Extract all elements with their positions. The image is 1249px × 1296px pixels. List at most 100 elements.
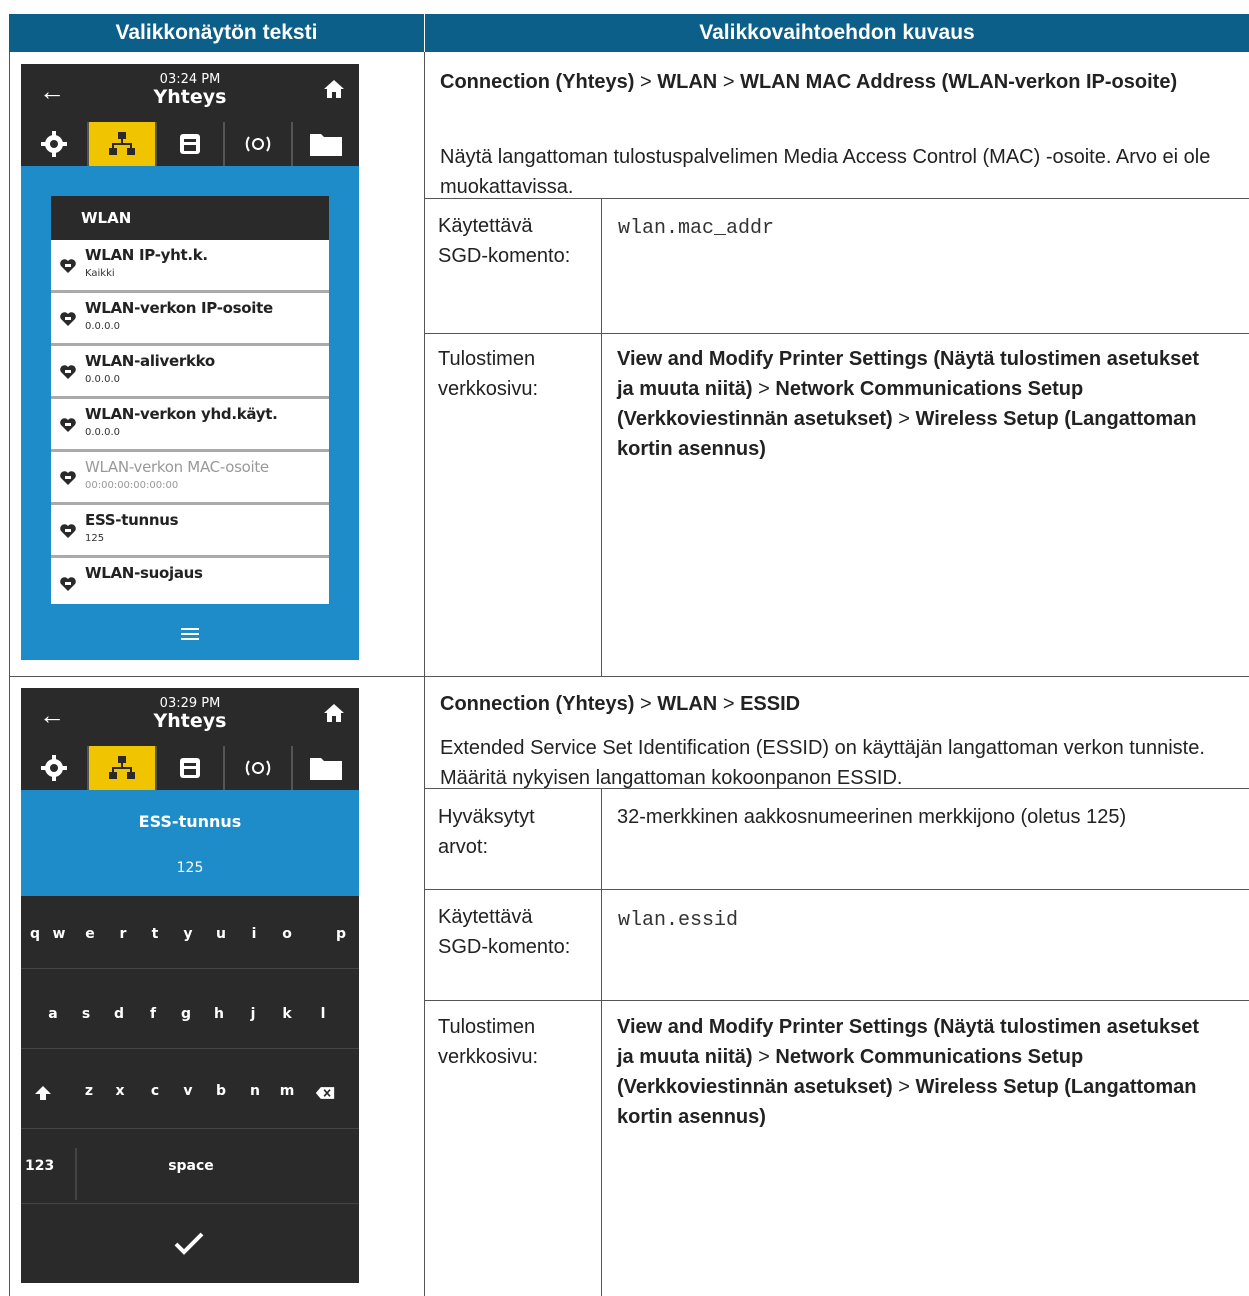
key-b[interactable]: b [211, 1083, 231, 1099]
tab-settings[interactable] [21, 746, 89, 790]
key-d[interactable]: d [109, 1006, 129, 1022]
heart-icon [60, 259, 76, 273]
row2-accepted-value: 32-merkkinen aakkosnumeerinen merkkijono… [617, 806, 1127, 828]
path-separator: > [722, 693, 735, 715]
tab-print[interactable] [157, 122, 225, 166]
item-label: WLAN-suojaus [85, 564, 203, 582]
screen-topbar: ← 03:29 PM Yhteys [21, 688, 359, 746]
menu-icon[interactable] [179, 626, 201, 642]
key-p[interactable]: p [331, 926, 351, 942]
shift-icon[interactable] [33, 1085, 53, 1101]
key-g[interactable]: g [176, 1006, 196, 1022]
tab-storage[interactable] [293, 122, 359, 166]
tab-rfid[interactable] [225, 122, 293, 166]
key-space[interactable]: space [141, 1158, 241, 1174]
row1-web-path: View and Modify Printer Settings (Näytä … [617, 344, 1217, 464]
path-separator: > [640, 71, 652, 93]
printer-screen-wlan: ← 03:24 PM Yhteys WLAN WLAN IP-yht.k. Ka… [21, 64, 359, 660]
keyboard-divider [21, 1128, 359, 1129]
path-connection: Connection (Yhteys) [440, 71, 635, 93]
heart-icon [60, 312, 76, 326]
key-h[interactable]: h [209, 1006, 229, 1022]
keyboard-divider [21, 1048, 359, 1049]
row2-web-label: Tulostimen verkkosivu: [438, 1016, 539, 1068]
folder-icon [310, 134, 342, 156]
gear-icon [41, 755, 67, 781]
tab-settings[interactable] [21, 122, 89, 166]
path-separator: > [898, 1076, 910, 1098]
key-k[interactable]: k [277, 1006, 297, 1022]
key-t[interactable]: t [145, 926, 165, 942]
key-o[interactable]: o [277, 926, 297, 942]
clock: 03:24 PM [159, 72, 221, 87]
heart-icon [60, 471, 76, 485]
key-z[interactable]: z [79, 1083, 99, 1099]
home-icon[interactable] [323, 78, 345, 100]
section-header: WLAN [51, 196, 329, 240]
key-l[interactable]: l [313, 1006, 333, 1022]
tab-rfid[interactable] [225, 746, 293, 790]
tab-connection[interactable] [89, 122, 157, 166]
key-x[interactable]: x [110, 1083, 130, 1099]
menu-item-wlan-mac-address[interactable]: WLAN-verkon MAC-osoite 00:00:00:00:00:00 [51, 452, 329, 505]
key-u[interactable]: u [211, 926, 231, 942]
column-divider [424, 52, 425, 1296]
tab-print[interactable] [157, 746, 225, 790]
home-icon[interactable] [323, 702, 345, 724]
key-j[interactable]: j [243, 1006, 263, 1022]
path-separator: > [898, 408, 910, 430]
tab-storage[interactable] [293, 746, 359, 790]
row2-divider-accepted [424, 889, 1249, 890]
tab-connection[interactable] [89, 746, 157, 790]
key-i[interactable]: i [244, 926, 264, 942]
field-value[interactable]: 125 [21, 860, 359, 876]
field-panel: ESS-tunnus 125 [21, 790, 359, 896]
menu-item-wlan-security[interactable]: WLAN-suojaus [51, 558, 329, 604]
path-separator: > [722, 71, 735, 93]
row1-sgd-label: Käytettävä SGD-komento: [438, 215, 571, 267]
clock: 03:29 PM [159, 696, 221, 711]
key-f[interactable]: f [143, 1006, 163, 1022]
key-q[interactable]: q [25, 926, 45, 942]
path-separator: > [758, 378, 770, 400]
heart-icon [60, 524, 76, 538]
gear-icon [41, 131, 67, 157]
key-123[interactable]: 123 [25, 1158, 65, 1174]
key-r[interactable]: r [113, 926, 133, 942]
key-v[interactable]: v [178, 1083, 198, 1099]
menu-item-wlan-subnet[interactable]: WLAN-aliverkko 0.0.0.0 [51, 346, 329, 399]
path-separator: > [758, 1046, 770, 1068]
field-title: ESS-tunnus [138, 812, 242, 831]
item-label: WLAN-verkon MAC-osoite [85, 458, 269, 476]
key-e[interactable]: e [80, 926, 100, 942]
menu-item-wlan-gateway[interactable]: WLAN-verkon yhd.käyt. 0.0.0.0 [51, 399, 329, 452]
row2-divider-sgd [424, 1000, 1249, 1001]
header-menu-text: Valikkonäytön teksti [9, 14, 424, 52]
menu-item-wlan-ip-address[interactable]: WLAN-verkon IP-osoite 0.0.0.0 [51, 293, 329, 346]
backspace-icon[interactable] [315, 1085, 335, 1101]
key-n[interactable]: n [245, 1083, 265, 1099]
item-value: 125 [85, 533, 105, 544]
menu-item-essid[interactable]: ESS-tunnus 125 [51, 505, 329, 558]
path-wlan: WLAN [657, 71, 718, 93]
item-value: 0.0.0.0 [85, 374, 120, 385]
item-value: Kaikki [85, 268, 115, 279]
menu-item-wlan-ip-protocol[interactable]: WLAN IP-yht.k. Kaikki [51, 240, 329, 293]
key-c[interactable]: c [145, 1083, 165, 1099]
table-border-left [9, 52, 10, 1296]
checkmark-icon[interactable] [174, 1231, 204, 1255]
key-w[interactable]: w [49, 926, 69, 942]
path-wlan-mac: WLAN MAC Address (WLAN-verkon IP-osoite) [740, 71, 1178, 93]
key-a[interactable]: a [43, 1006, 63, 1022]
item-label: WLAN-verkon IP-osoite [85, 299, 273, 317]
item-label: ESS-tunnus [85, 511, 179, 529]
key-s[interactable]: s [76, 1006, 96, 1022]
item-value: 00:00:00:00:00:00 [85, 480, 179, 491]
row1-web-label: Tulostimen verkkosivu: [438, 348, 539, 400]
onscreen-keyboard: q w e r t y u i o p a s d f g h j k l z … [21, 896, 359, 1283]
keyboard-divider [21, 1203, 359, 1204]
path-connection: Connection (Yhteys) [440, 693, 635, 715]
rfid-icon [245, 136, 271, 152]
key-y[interactable]: y [178, 926, 198, 942]
key-m[interactable]: m [277, 1083, 297, 1099]
